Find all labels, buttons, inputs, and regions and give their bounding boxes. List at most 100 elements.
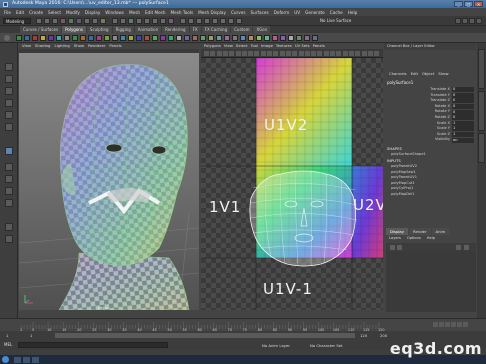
shelf-tool-icon[interactable] — [256, 35, 262, 41]
shelf-tool-icon[interactable] — [40, 35, 46, 41]
range-end-field[interactable]: 120 — [360, 333, 367, 338]
status-tool-icon[interactable] — [188, 18, 194, 24]
menu-set-dropdown[interactable]: Modeling — [3, 18, 31, 24]
status-tool-icon[interactable] — [36, 18, 42, 24]
input-node[interactable]: polyMapDel1 — [391, 192, 414, 196]
uv-tool-icon[interactable] — [292, 51, 298, 56]
character-set-dropdown[interactable]: No Character Set — [310, 343, 343, 348]
status-tool-icon[interactable] — [196, 18, 202, 24]
ipr-render-icon[interactable] — [469, 18, 475, 24]
uv-tool-icon[interactable] — [285, 51, 291, 56]
input-node[interactable]: polyTweakUV2 — [391, 164, 417, 168]
shelf-tool-icon[interactable] — [304, 35, 310, 41]
shelf-tab-custom[interactable]: Custom — [231, 26, 253, 33]
end-time-field[interactable]: 200 — [380, 333, 387, 338]
go-to-end-button[interactable] — [463, 322, 468, 327]
uv-tool-icon[interactable] — [304, 51, 310, 56]
go-to-start-button[interactable] — [433, 322, 438, 327]
status-tool-icon[interactable] — [128, 18, 134, 24]
status-tool-icon[interactable] — [84, 18, 90, 24]
uv-tool-icon[interactable] — [361, 51, 367, 56]
shelf-tab-polygons[interactable]: Polygons — [62, 26, 86, 33]
shelf-tool-icon[interactable] — [192, 35, 198, 41]
move-tool-icon[interactable] — [5, 99, 13, 107]
menu-help[interactable]: Help — [348, 10, 358, 15]
uv-tool-icon[interactable] — [216, 51, 222, 56]
status-tool-icon[interactable] — [60, 18, 66, 24]
uv-tool-icon[interactable] — [298, 51, 304, 56]
input-node[interactable]: polyMapSew1 — [391, 170, 416, 174]
layout-single-icon[interactable] — [5, 147, 13, 155]
layer-tab-anim[interactable]: Anim — [431, 228, 450, 235]
uv-tool-icon[interactable] — [367, 51, 373, 56]
shelf-tool-icon[interactable] — [240, 35, 246, 41]
menu-mesh-display[interactable]: Mesh Display — [198, 10, 226, 15]
menu-mesh[interactable]: Mesh — [129, 10, 140, 15]
status-tool-icon[interactable] — [112, 18, 118, 24]
layout-two-icon[interactable] — [5, 175, 13, 183]
status-tool-icon[interactable] — [136, 18, 142, 24]
uv-tool-icon[interactable] — [273, 51, 279, 56]
uv-tool-icon[interactable] — [342, 51, 348, 56]
range-start-field[interactable]: 1 — [30, 333, 32, 338]
status-tool-icon[interactable] — [180, 18, 186, 24]
browser-taskbar-icon[interactable] — [32, 356, 39, 363]
step-back-button[interactable] — [439, 322, 444, 327]
status-tool-icon[interactable] — [212, 18, 218, 24]
layout-four-icon[interactable] — [5, 163, 13, 171]
shelf-tab-curves-surfaces[interactable]: Curves / Surfaces — [20, 26, 62, 33]
shelf-tool-icon[interactable] — [120, 35, 126, 41]
shelf-tab-rigging[interactable]: Rigging — [112, 26, 134, 33]
layout-custom-icon[interactable] — [5, 235, 13, 243]
lasso-tool-icon[interactable] — [5, 75, 13, 83]
rotate-tool-icon[interactable] — [5, 111, 13, 119]
menu-generate[interactable]: Generate — [305, 10, 325, 15]
explorer-taskbar-icon[interactable] — [14, 356, 21, 363]
attribute-value-field[interactable]: 1 — [452, 132, 474, 138]
maximize-button[interactable]: □ — [464, 1, 473, 7]
shelf-tool-icon[interactable] — [216, 35, 222, 41]
uv-tool-icon[interactable] — [279, 51, 285, 56]
step-forward-button[interactable] — [457, 322, 462, 327]
uv-tool-icon[interactable] — [222, 51, 228, 56]
status-tool-icon[interactable] — [44, 18, 50, 24]
shelf-tab-xgen[interactable]: XGen — [253, 26, 271, 33]
render-icon[interactable] — [462, 18, 468, 24]
shelf-tool-icon[interactable] — [288, 35, 294, 41]
minimize-button[interactable]: _ — [454, 1, 463, 7]
shelf-tab-fx-caching[interactable]: FX Caching — [201, 26, 231, 33]
input-node[interactable]: polyCylProj1 — [391, 186, 413, 190]
object-name[interactable]: polySurface1 — [387, 80, 413, 85]
attribute-value-field[interactable]: 1 — [452, 120, 474, 126]
modeling-toolkit-tab[interactable] — [478, 133, 485, 163]
shelf-tab-animation[interactable]: Animation — [134, 26, 162, 33]
shelf-tool-icon[interactable] — [128, 35, 134, 41]
uv-tool-icon[interactable] — [254, 51, 260, 56]
menu-surfaces[interactable]: Surfaces — [251, 10, 269, 15]
layer-tab-display[interactable]: Display — [386, 228, 408, 235]
start-time-field[interactable]: 1 — [6, 333, 8, 338]
menu-display[interactable]: Display — [85, 10, 100, 15]
render-view-icon[interactable] — [455, 18, 461, 24]
shelf-tool-icon[interactable] — [200, 35, 206, 41]
shelf-tool-icon[interactable] — [176, 35, 182, 41]
shelf-tool-icon[interactable] — [48, 35, 54, 41]
uv-tool-icon[interactable] — [330, 51, 335, 56]
mel-label[interactable]: MEL — [4, 342, 12, 347]
uv-tool-icon[interactable] — [374, 51, 380, 56]
menu-select[interactable]: Select — [48, 10, 61, 15]
shelf-tool-icon[interactable] — [24, 35, 30, 41]
attribute-value-field[interactable]: 0 — [452, 98, 474, 104]
status-tool-icon[interactable] — [220, 18, 226, 24]
shelf-tool-icon[interactable] — [152, 35, 158, 41]
shelf-tool-icon[interactable] — [160, 35, 166, 41]
shelf-gear-icon[interactable] — [4, 35, 10, 41]
uv-tool-icon[interactable] — [235, 51, 241, 56]
menu-uv[interactable]: UV — [294, 10, 300, 15]
shelf-tab-sculpting[interactable]: Sculpting — [86, 26, 112, 33]
uv-editor-canvas[interactable]: U1V2 1V1 U2V U1V-1 — [201, 58, 383, 310]
attribute-value-field[interactable]: 0 — [452, 87, 474, 93]
layer-menu-help[interactable]: Help — [427, 236, 435, 240]
shelf-tool-icon[interactable] — [96, 35, 102, 41]
shelf-tab-fx[interactable]: FX — [189, 26, 201, 33]
